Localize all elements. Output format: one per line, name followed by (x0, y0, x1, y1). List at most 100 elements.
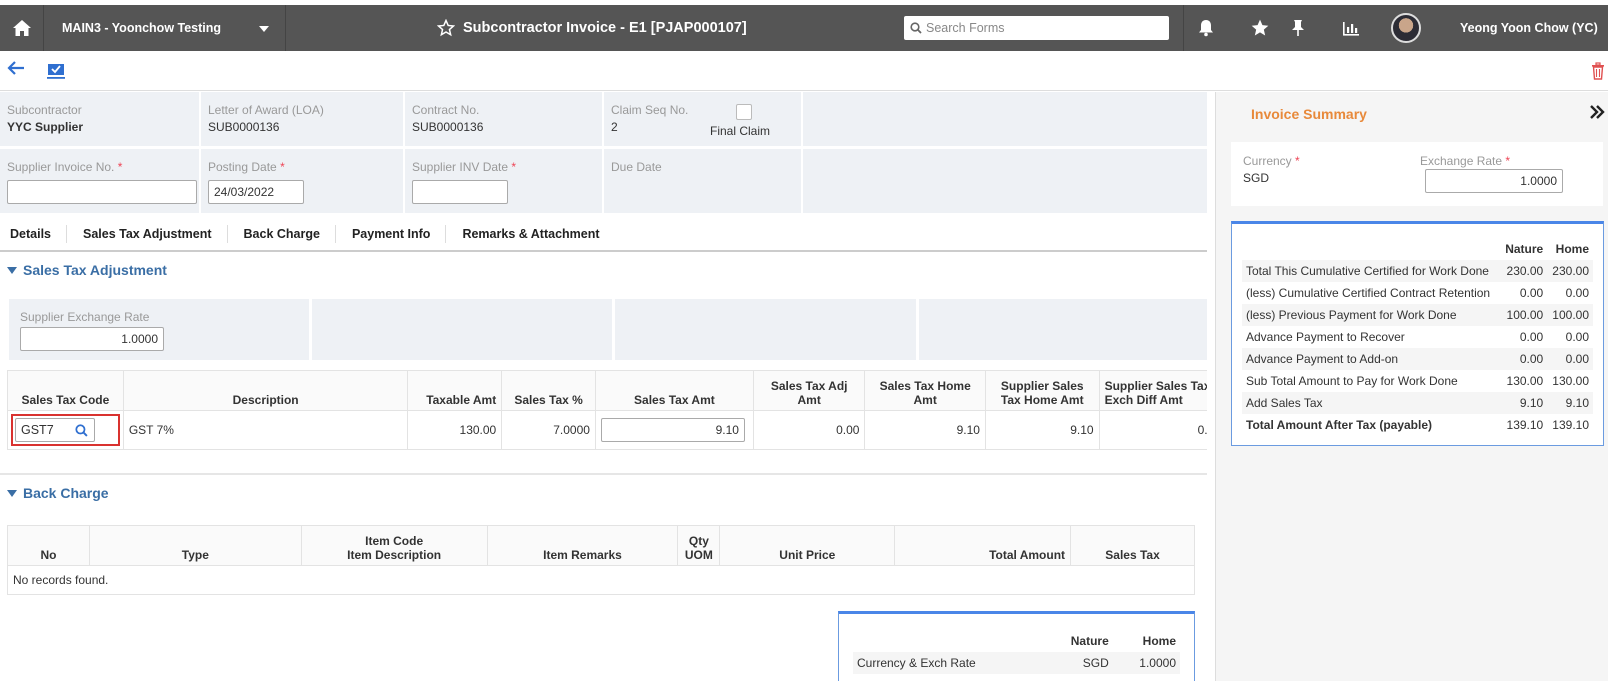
back-charge-section-toggle[interactable]: Back Charge (7, 485, 109, 501)
exchange-rate-label: Exchange Rate * (1420, 154, 1511, 168)
supplier-exchange-rate-input[interactable] (20, 327, 164, 351)
column-header: Description (122, 370, 409, 411)
subcontractor-label: Subcontractor (7, 103, 82, 117)
subcontractor-value: YYC Supplier (7, 120, 84, 134)
home-icon (12, 20, 31, 36)
star-icon (1251, 19, 1269, 36)
posting-date-label: Posting Date * (208, 160, 285, 174)
notifications-button[interactable] (1191, 5, 1221, 51)
table-row: GST 7% 130.00 7.0000 0.00 9.10 9.10 0.00 (7, 410, 1207, 450)
empty-panel (312, 299, 612, 360)
avatar[interactable] (1391, 13, 1421, 43)
back-charge-table: No Type Item Code Item Description Item R… (7, 525, 1195, 595)
header-empty-cell (803, 149, 1207, 213)
supplier-exchange-rate-field: Supplier Exchange Rate (9, 299, 309, 360)
column-header: Nature (1070, 634, 1109, 648)
empty-panel (615, 299, 916, 360)
tab-details[interactable]: Details (0, 224, 67, 243)
claim-seq-label: Claim Seq No. (611, 103, 689, 117)
summary-row: Advance Payment to Recover 0.00 0.00 (1246, 330, 1589, 344)
summary-row: (less) Cumulative Certified Contract Ret… (1246, 286, 1589, 300)
home-button[interactable] (0, 5, 44, 51)
due-date-field: Due Date (604, 149, 803, 213)
bell-icon (1199, 20, 1213, 37)
column-header: Unit Price (719, 525, 896, 566)
exchange-rate-input[interactable] (1425, 169, 1563, 193)
sales-tax-adj-amt-cell: 0.00 (752, 410, 866, 450)
supplier-invoice-input[interactable] (7, 180, 197, 204)
bar-chart-icon (1343, 22, 1359, 36)
search-icon[interactable] (75, 423, 88, 437)
search-input[interactable] (926, 21, 1156, 35)
loa-label: Letter of Award (LOA) (208, 103, 324, 117)
invoice-summary-panel: Invoice Summary Currency * SGD Exchange … (1215, 92, 1608, 681)
search-box[interactable] (904, 16, 1169, 40)
column-header: Item Code Item Description (300, 525, 488, 566)
final-claim-checkbox[interactable] (736, 104, 752, 120)
back-charge-section-title: Back Charge (23, 485, 109, 501)
favorites-button[interactable] (1245, 5, 1275, 51)
sales-tax-amt-input[interactable] (600, 418, 745, 442)
summary-row: Total This Cumulative Certified for Work… (1242, 260, 1593, 282)
currency-label: Currency * (1243, 154, 1300, 168)
sales-tax-section-title: Sales Tax Adjustment (23, 262, 167, 278)
project-name: MAIN3 - Yoonchow Testing (62, 21, 222, 35)
column-header: Sales Tax Amt (594, 370, 754, 411)
loa-field: Letter of Award (LOA) SUB0000136 (201, 92, 405, 146)
column-header: Home (1142, 634, 1176, 648)
star-outline-icon[interactable] (437, 19, 455, 37)
supplier-exchange-rate-label: Supplier Exchange Rate (20, 310, 150, 324)
column-header: Total Amount (894, 525, 1072, 566)
pinned-button[interactable] (1283, 5, 1313, 51)
search-icon (910, 22, 922, 34)
tab-payment-info[interactable]: Payment Info (336, 224, 447, 243)
reports-button[interactable] (1336, 5, 1366, 51)
tab-sales-tax-adjustment[interactable]: Sales Tax Adjustment (67, 224, 228, 243)
main-content: Subcontractor YYC Supplier Letter of Awa… (0, 92, 1207, 681)
summary-total-row: Total Amount After Tax (payable) 139.10 13… (1246, 418, 1589, 432)
tab-remarks-attachment[interactable]: Remarks & Attachment (446, 225, 614, 243)
column-header: Type (88, 525, 302, 566)
sales-tax-section-toggle[interactable]: Sales Tax Adjustment (7, 262, 167, 278)
exchange-rate-field: Exchange Rate * (1420, 154, 1563, 193)
header-row-1: Subcontractor YYC Supplier Letter of Awa… (0, 92, 1207, 146)
column-header: Home (1555, 242, 1589, 256)
posting-date-input[interactable] (208, 180, 304, 204)
collapse-double-chevron-icon[interactable] (1589, 105, 1605, 119)
header-empty-cell (803, 92, 1207, 146)
supplier-inv-date-label: Supplier INV Date * (412, 160, 517, 174)
tab-back-charge[interactable]: Back Charge (228, 224, 336, 243)
user-name[interactable]: Yeong Yoon Chow (YC) (1460, 5, 1598, 51)
currency-panel: Currency * SGD Exchange Rate * (1231, 142, 1603, 206)
section-divider (0, 473, 1207, 475)
summary-row: Advance Payment to Add-on 0.00 0.00 (1242, 348, 1593, 370)
taxable-amt-cell: 130.00 (407, 410, 503, 450)
sales-tax-code-highlight (11, 414, 120, 446)
delete-icon[interactable] (1591, 62, 1605, 80)
supplier-inv-date-input[interactable] (412, 180, 508, 204)
column-header: Item Remarks (486, 525, 679, 566)
empty-panel (919, 299, 1207, 360)
back-arrow-icon[interactable] (7, 60, 25, 76)
due-date-label: Due Date (611, 160, 662, 174)
project-selector[interactable]: MAIN3 - Yoonchow Testing (44, 5, 286, 51)
posting-date-field: Posting Date * (201, 149, 405, 213)
pin-icon (1292, 20, 1304, 36)
page-title: Subcontractor Invoice - E1 [PJAP000107] (437, 5, 747, 51)
currency-value: SGD (1243, 171, 1270, 185)
bottom-summary-table: Nature Home Currency & Exch Rate SGD 1.00… (853, 630, 1180, 674)
column-header: Sales Tax Code (7, 370, 124, 411)
caret-down-icon (7, 266, 17, 274)
column-header: Sales Tax (1070, 525, 1195, 566)
supplier-exch-diff-amt-cell: 0.00 (1098, 410, 1207, 450)
submit-icon[interactable] (46, 62, 66, 80)
contract-label: Contract No. (412, 103, 480, 117)
sales-tax-home-amt-cell: 9.10 (864, 410, 986, 450)
subcontractor-field: Subcontractor YYC Supplier (0, 92, 201, 146)
caret-down-icon (7, 489, 17, 497)
summary-row: Currency & Exch Rate SGD 1.0000 (853, 652, 1180, 674)
page-title-text: Subcontractor Invoice - E1 [PJAP000107] (463, 20, 747, 36)
column-header: Sales Tax % (501, 370, 596, 411)
column-header: Supplier Sales Tax Exch Diff Amt (1098, 370, 1207, 411)
supplier-inv-date-field: Supplier INV Date * (405, 149, 604, 213)
